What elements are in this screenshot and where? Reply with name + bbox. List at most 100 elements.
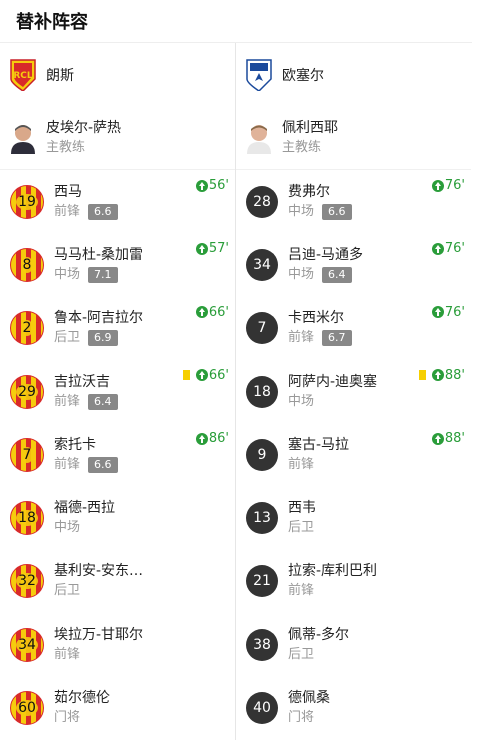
- sub-in-arrow-icon: [431, 432, 444, 445]
- sub-in-minute: 76': [444, 304, 465, 320]
- player-row[interactable]: 40 德佩桑 门将: [236, 676, 471, 739]
- player-name: 卡西米尔: [288, 310, 344, 327]
- player-info: 吉拉沃吉前锋 6.4: [54, 372, 118, 412]
- sub-in-minute: 88': [444, 431, 465, 447]
- player-position: 前锋: [288, 583, 315, 599]
- player-row[interactable]: 34 埃拉万-甘耶尔 前锋: [0, 613, 235, 676]
- player-row[interactable]: 21 拉索-库利巴利 前锋: [236, 550, 471, 613]
- sub-in-minute: 76': [444, 241, 465, 257]
- player-info: 塞古-马拉 前锋: [288, 435, 349, 475]
- player-info: 拉索-库利巴利 前锋: [288, 561, 377, 601]
- player-row[interactable]: 18 福德-西拉 中场: [0, 486, 235, 549]
- yellow-card-icon: [418, 370, 426, 381]
- jersey-number-badge: 21: [246, 565, 278, 598]
- player-name: 福德-西拉: [54, 500, 116, 517]
- sub-in-arrow-icon: [195, 242, 208, 255]
- sub-in-arrow-icon: [431, 306, 444, 319]
- player-position: 后卫: [54, 583, 81, 599]
- sub-in-minute: 88': [444, 367, 465, 383]
- player-meta: 前锋 6.4: [54, 392, 118, 412]
- player-row[interactable]: 8 马马杜-桑加雷 中场 7.1 57': [0, 233, 235, 296]
- player-row[interactable]: 7 索托卡 前锋 6.6 86': [0, 423, 235, 486]
- jersey-number-badge: 38: [246, 628, 278, 661]
- jersey-number-badge: 18: [246, 375, 278, 408]
- player-position: 前锋: [54, 456, 81, 472]
- player-row[interactable]: 29 吉拉沃吉前锋 6.4 66': [0, 360, 235, 423]
- lineup-columns: RCL 朗斯 皮埃尔-萨热 主教练 19 西马 前锋 6.6 56' 8 马马杜-桑加雷 中场…: [0, 43, 472, 740]
- player-row[interactable]: 32 基利安-安东… 后卫: [0, 550, 235, 613]
- coach-avatar-icon: [11, 124, 35, 154]
- jersey-number-badge: 29: [10, 374, 44, 409]
- player-name: 吉拉沃吉: [54, 373, 110, 390]
- sub-in-minute: 86': [208, 431, 229, 447]
- player-events: 76': [431, 241, 465, 257]
- jersey-number: 28: [253, 193, 271, 210]
- sub-in-arrow-icon: [195, 306, 208, 319]
- player-meta: 后卫: [288, 518, 316, 538]
- player-info: 埃拉万-甘耶尔 前锋: [54, 625, 143, 665]
- player-row[interactable]: 13 西韦 后卫: [236, 486, 471, 549]
- sub-in-arrow-icon: [431, 242, 444, 255]
- coach-info: 佩利西耶 主教练: [282, 118, 338, 158]
- home-coach-row[interactable]: 皮埃尔-萨热 主教练: [0, 106, 235, 170]
- player-meta: 中场 6.6: [288, 202, 352, 222]
- coach-role: 主教练: [46, 139, 86, 155]
- player-events: 66': [182, 368, 229, 383]
- player-info: 吕迪-马通多 中场 6.4: [288, 245, 363, 285]
- player-position: 后卫: [288, 520, 315, 536]
- player-rating-badge: 6.9: [88, 330, 118, 347]
- player-position: 中场: [54, 520, 81, 536]
- jersey-number-badge: 28: [246, 185, 278, 218]
- jersey-number-badge: 8: [10, 247, 44, 282]
- away-team-row[interactable]: 欧塞尔: [236, 43, 471, 106]
- player-events: 86': [195, 431, 229, 447]
- player-row[interactable]: 19 西马 前锋 6.6 56': [0, 170, 235, 233]
- player-events: 88': [431, 431, 465, 447]
- player-name: 茹尔德伦: [54, 690, 110, 707]
- player-row[interactable]: 18 阿萨内-迪奥塞 中场 88': [236, 360, 471, 423]
- home-player-list: 19 西马 前锋 6.6 56' 8 马马杜-桑加雷 中场 7.1 57' 2 鲁本-阿吉拉尔 后卫 6.…: [0, 170, 235, 740]
- player-row[interactable]: 60 茹尔德伦 门将: [0, 676, 235, 739]
- jersey-number: 18: [253, 383, 271, 400]
- player-row[interactable]: 28 费弗尔 中场 6.6 76': [236, 170, 471, 233]
- player-row[interactable]: 2 鲁本-阿吉拉尔 后卫 6.9 66': [0, 297, 235, 360]
- jersey-number-badge: 60: [10, 691, 44, 726]
- player-info: 西马 前锋 6.6: [54, 182, 118, 222]
- sub-in-minute: 76': [444, 178, 465, 193]
- player-position: 中场: [288, 393, 315, 409]
- player-meta: 后卫 6.9: [54, 328, 143, 348]
- player-position: 前锋: [54, 203, 81, 219]
- player-row[interactable]: 7 卡西米尔 前锋 6.7 76': [236, 297, 471, 360]
- player-info: 卡西米尔 前锋 6.7: [288, 308, 352, 348]
- player-rating-badge: 7.1: [88, 266, 118, 283]
- player-position: 后卫: [54, 330, 81, 346]
- away-team-name: 欧塞尔: [282, 67, 324, 84]
- player-meta: 后卫: [54, 581, 143, 601]
- player-meta: 门将: [288, 708, 330, 728]
- home-team-row[interactable]: RCL 朗斯: [0, 43, 235, 106]
- player-name: 德佩桑: [288, 690, 330, 707]
- jersey-number: 38: [253, 636, 271, 653]
- player-row[interactable]: 9 塞古-马拉 前锋 88': [236, 423, 471, 486]
- jersey-number: 21: [253, 573, 271, 590]
- away-column: 欧塞尔 佩利西耶 主教练 28 费弗尔 中场 6.6 76' 34 吕迪-马通多 中场 6.4 7…: [236, 43, 471, 740]
- player-info: 德佩桑 门将: [288, 688, 330, 728]
- away-coach-row[interactable]: 佩利西耶 主教练: [236, 106, 471, 170]
- player-rating-badge: 6.4: [322, 266, 352, 283]
- sub-in-arrow-icon: [195, 432, 208, 445]
- player-position: 前锋: [54, 393, 81, 409]
- sub-in-arrow-icon: [195, 369, 208, 382]
- home-team-name: 朗斯: [46, 67, 74, 84]
- player-name: 拉索-库利巴利: [288, 563, 378, 580]
- home-column: RCL 朗斯 皮埃尔-萨热 主教练 19 西马 前锋 6.6 56' 8 马马杜-桑加雷 中场…: [0, 43, 236, 740]
- jersey-number-badge: 7: [246, 312, 278, 345]
- jersey-number: 2: [20, 320, 34, 337]
- jersey-number: 7: [257, 320, 267, 337]
- player-row[interactable]: 38 佩蒂-多尔 后卫: [236, 613, 471, 676]
- jersey-number-badge: 40: [246, 692, 278, 725]
- player-info: 基利安-安东… 后卫: [54, 561, 143, 601]
- jersey-number: 40: [253, 700, 271, 717]
- player-row[interactable]: 34 吕迪-马通多 中场 6.4 76': [236, 233, 471, 296]
- jersey-number: 8: [20, 256, 34, 273]
- jersey-number: 13: [253, 510, 271, 527]
